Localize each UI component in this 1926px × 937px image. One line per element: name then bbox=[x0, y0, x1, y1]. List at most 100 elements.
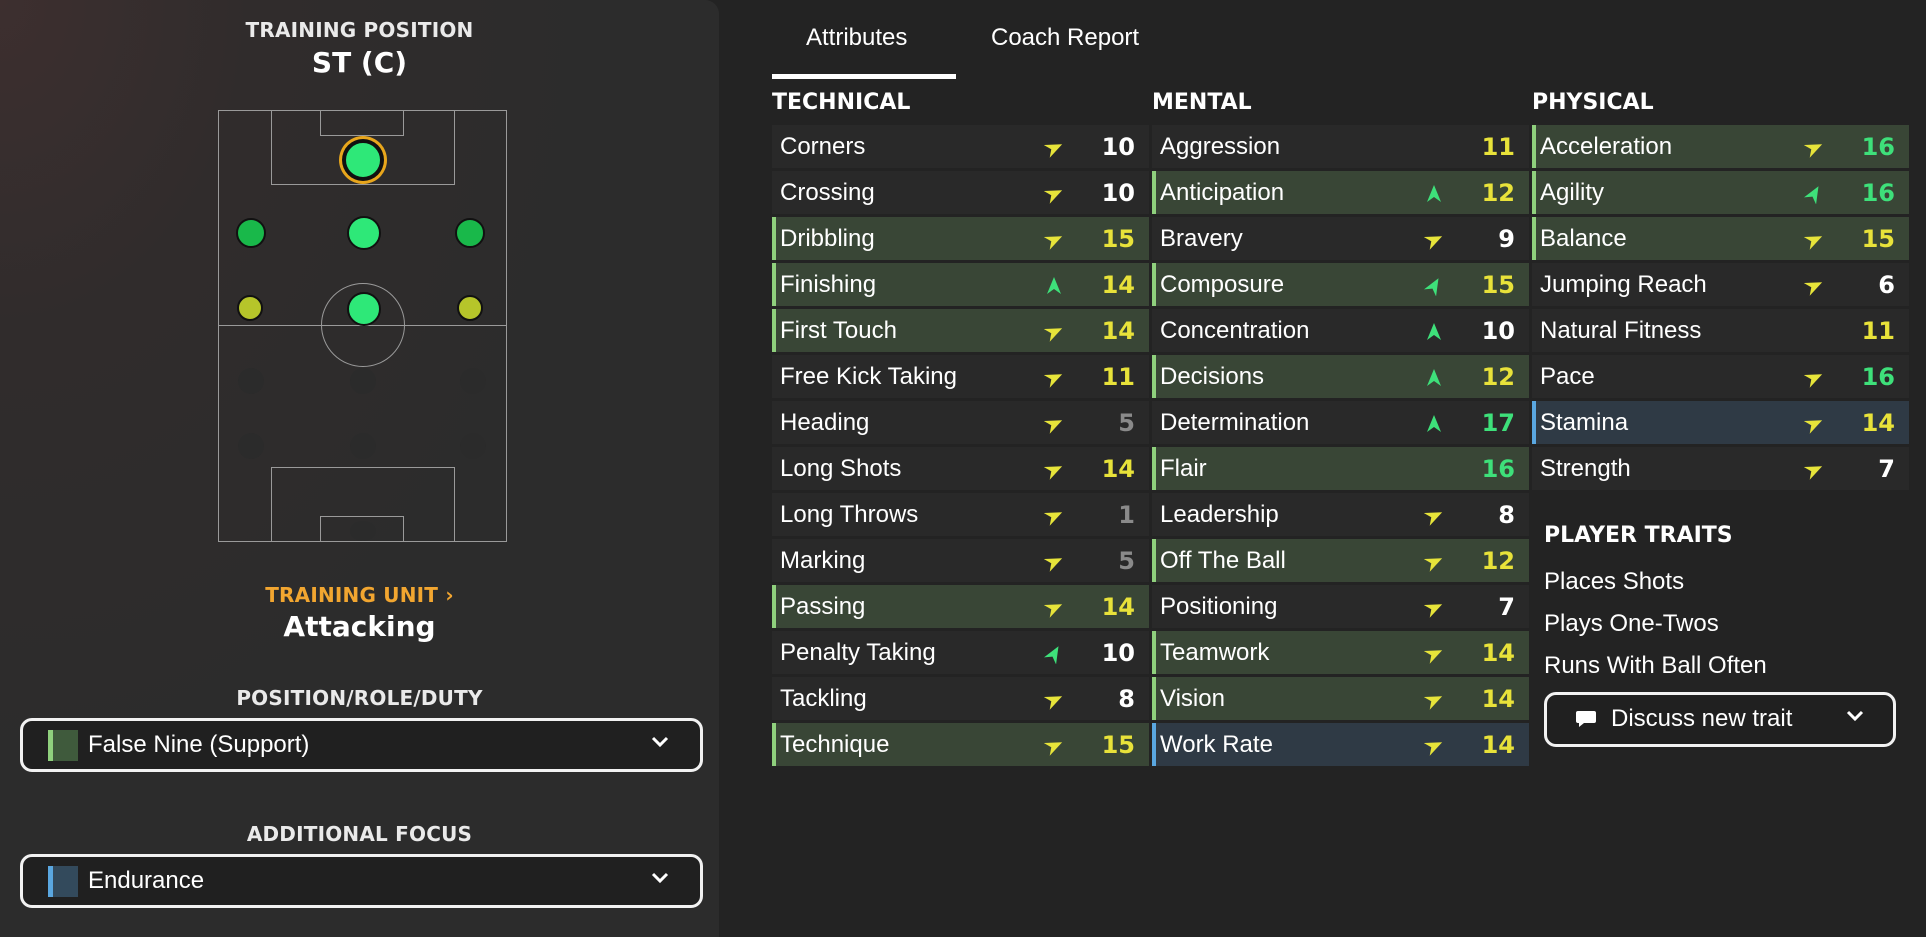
highlight-bar bbox=[1152, 631, 1156, 674]
trait-item: Plays One-Twos bbox=[1544, 610, 1719, 637]
position-amr[interactable] bbox=[455, 218, 485, 248]
attribute-row-pace[interactable]: Pace 16 bbox=[1532, 355, 1909, 398]
trend-arrow-icon bbox=[1423, 690, 1443, 710]
attribute-value: 17 bbox=[1481, 409, 1515, 437]
attribute-name: Finishing bbox=[780, 271, 877, 298]
attribute-value: 11 bbox=[1861, 317, 1895, 345]
attribute-row-teamwork[interactable]: Teamwork 14 bbox=[1152, 631, 1529, 674]
trend-arrow-icon bbox=[1424, 322, 1442, 340]
training-unit-link[interactable]: TRAINING UNIT › bbox=[0, 583, 719, 607]
attribute-value: 6 bbox=[1878, 271, 1895, 299]
trend-arrow-icon bbox=[1044, 276, 1062, 294]
highlight-bar bbox=[1532, 125, 1536, 168]
attribute-row-long-shots[interactable]: Long Shots 14 bbox=[772, 447, 1149, 490]
attribute-value: 16 bbox=[1861, 363, 1895, 391]
attribute-row-stamina[interactable]: Stamina 14 bbox=[1532, 401, 1909, 444]
attribute-row-tackling[interactable]: Tackling 8 bbox=[772, 677, 1149, 720]
training-unit-value: Attacking bbox=[283, 610, 436, 643]
attribute-row-agility[interactable]: Agility 16 bbox=[1532, 171, 1909, 214]
attribute-row-aggression[interactable]: Aggression 11 bbox=[1152, 125, 1529, 168]
attribute-row-flair[interactable]: Flair 16 bbox=[1152, 447, 1529, 490]
attribute-row-technique[interactable]: Technique 15 bbox=[772, 723, 1149, 766]
attribute-name: Strength bbox=[1540, 455, 1631, 482]
attribute-row-jumping-reach[interactable]: Jumping Reach 6 bbox=[1532, 263, 1909, 306]
attribute-row-vision[interactable]: Vision 14 bbox=[1152, 677, 1529, 720]
position-mc[interactable] bbox=[347, 292, 381, 326]
attribute-row-leadership[interactable]: Leadership 8 bbox=[1152, 493, 1529, 536]
attribute-row-determination[interactable]: Determination 17 bbox=[1152, 401, 1529, 444]
role-dropdown[interactable]: False Nine (Support) bbox=[20, 718, 703, 772]
tab-coach-report[interactable]: Coach Report bbox=[991, 24, 1139, 52]
attribute-row-free-kick-taking[interactable]: Free Kick Taking 11 bbox=[772, 355, 1149, 398]
attribute-row-passing[interactable]: Passing 14 bbox=[772, 585, 1149, 628]
training-position-value: ST (C) bbox=[311, 46, 408, 79]
trend-arrow-icon bbox=[1043, 506, 1063, 526]
position-st-selected[interactable] bbox=[344, 141, 382, 179]
attribute-value: 10 bbox=[1101, 639, 1135, 667]
attribute-name: Natural Fitness bbox=[1540, 317, 1702, 344]
attribute-name: Leadership bbox=[1160, 501, 1279, 528]
trend-arrow-icon bbox=[1423, 230, 1443, 250]
trend-arrow-icon bbox=[1043, 414, 1063, 434]
player-traits-header: PLAYER TRAITS bbox=[1544, 523, 1733, 548]
attribute-value: 11 bbox=[1481, 133, 1515, 161]
tab-attributes[interactable]: Attributes bbox=[806, 24, 907, 52]
chevron-down-icon bbox=[650, 731, 670, 757]
attribute-row-corners[interactable]: Corners 10 bbox=[772, 125, 1149, 168]
attribute-row-natural-fitness[interactable]: Natural Fitness 11 bbox=[1532, 309, 1909, 352]
attribute-value: 14 bbox=[1101, 271, 1135, 299]
attribute-row-first-touch[interactable]: First Touch 14 bbox=[772, 309, 1149, 352]
attribute-row-acceleration[interactable]: Acceleration 16 bbox=[1532, 125, 1909, 168]
speech-bubble-icon bbox=[1575, 709, 1597, 734]
trend-arrow-icon bbox=[1803, 230, 1823, 250]
attribute-row-composure[interactable]: Composure 15 bbox=[1152, 263, 1529, 306]
attribute-row-penalty-taking[interactable]: Penalty Taking 10 bbox=[772, 631, 1149, 674]
attribute-row-finishing[interactable]: Finishing 14 bbox=[772, 263, 1149, 306]
attribute-row-balance[interactable]: Balance 15 bbox=[1532, 217, 1909, 260]
attribute-name: Agility bbox=[1540, 179, 1605, 206]
attribute-value: 7 bbox=[1878, 455, 1895, 483]
attribute-row-off-the-ball[interactable]: Off The Ball 12 bbox=[1152, 539, 1529, 582]
attribute-value: 11 bbox=[1101, 363, 1135, 391]
attribute-row-anticipation[interactable]: Anticipation 12 bbox=[1152, 171, 1529, 214]
attribute-row-dribbling[interactable]: Dribbling 15 bbox=[772, 217, 1149, 260]
attribute-row-strength[interactable]: Strength 7 bbox=[1532, 447, 1909, 490]
position-amc[interactable] bbox=[347, 216, 381, 250]
attribute-row-marking[interactable]: Marking 5 bbox=[772, 539, 1149, 582]
position-aml[interactable] bbox=[236, 218, 266, 248]
attribute-row-decisions[interactable]: Decisions 12 bbox=[1152, 355, 1529, 398]
attribute-row-long-throws[interactable]: Long Throws 1 bbox=[772, 493, 1149, 536]
focus-swatch bbox=[48, 866, 78, 897]
position-mr[interactable] bbox=[457, 295, 483, 321]
trend-arrow-icon bbox=[1043, 690, 1063, 710]
attribute-row-crossing[interactable]: Crossing 10 bbox=[772, 171, 1149, 214]
attribute-row-work-rate[interactable]: Work Rate 14 bbox=[1152, 723, 1529, 766]
trend-arrow-icon bbox=[1424, 368, 1442, 386]
trend-arrow-icon bbox=[1424, 414, 1442, 432]
trend-arrow-icon bbox=[1043, 552, 1063, 572]
attribute-row-bravery[interactable]: Bravery 9 bbox=[1152, 217, 1529, 260]
highlight-bar bbox=[772, 217, 776, 260]
position-empty bbox=[350, 521, 376, 541]
additional-focus-dropdown[interactable]: Endurance bbox=[20, 854, 703, 908]
highlight-bar bbox=[772, 309, 776, 352]
highlight-bar bbox=[772, 585, 776, 628]
discuss-new-trait-button[interactable]: Discuss new trait bbox=[1544, 692, 1896, 747]
trend-arrow-icon bbox=[1803, 138, 1823, 158]
attribute-value: 16 bbox=[1481, 455, 1515, 483]
attribute-row-heading[interactable]: Heading 5 bbox=[772, 401, 1149, 444]
training-position-label: TRAINING POSITION bbox=[245, 18, 474, 42]
attribute-value: 16 bbox=[1861, 179, 1895, 207]
trend-arrow-icon bbox=[1803, 368, 1823, 388]
attribute-name: Flair bbox=[1160, 455, 1207, 482]
trend-arrow-icon bbox=[1803, 414, 1823, 434]
position-ml[interactable] bbox=[237, 295, 263, 321]
attribute-row-concentration[interactable]: Concentration 10 bbox=[1152, 309, 1529, 352]
trend-arrow-icon bbox=[1043, 460, 1063, 480]
trend-arrow-icon bbox=[1043, 368, 1063, 388]
attribute-row-positioning[interactable]: Positioning 7 bbox=[1152, 585, 1529, 628]
position-empty bbox=[350, 433, 376, 459]
position-empty bbox=[460, 433, 486, 459]
position-empty bbox=[460, 368, 486, 394]
position-empty bbox=[238, 368, 264, 394]
